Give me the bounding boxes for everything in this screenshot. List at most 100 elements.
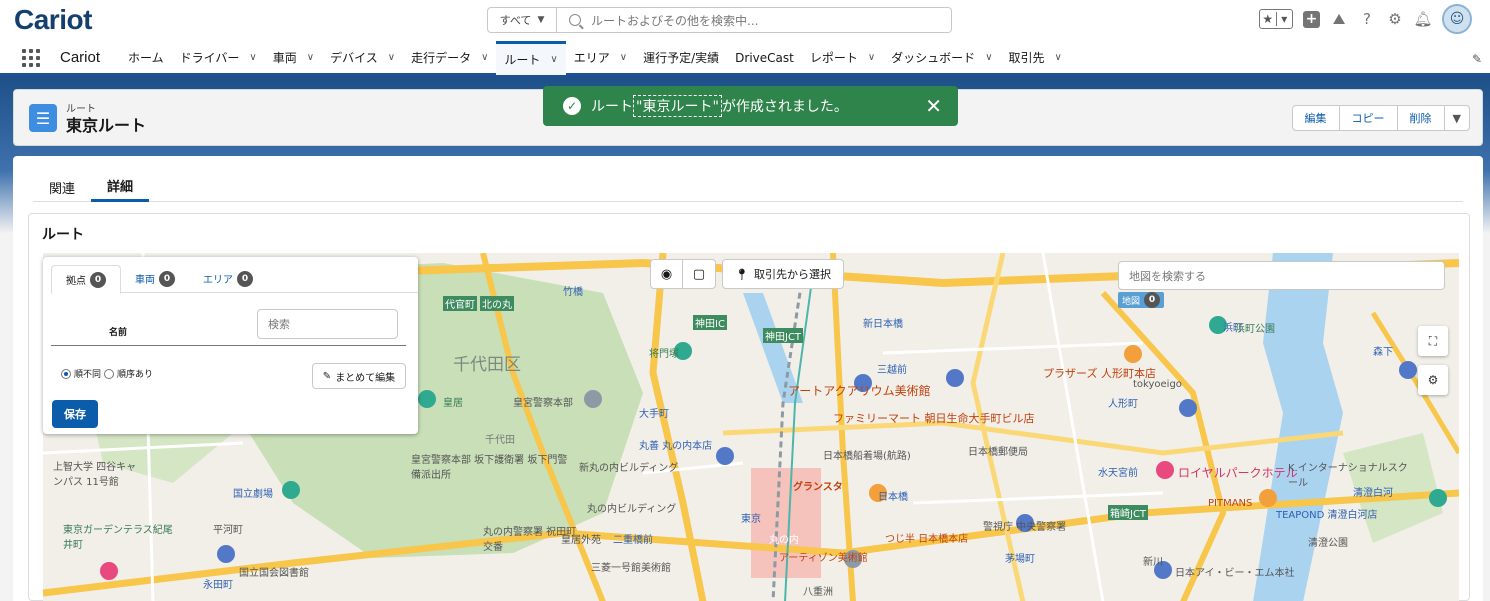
chevron-down-icon[interactable]: ∨ xyxy=(620,52,627,63)
nav-item-label: レポート xyxy=(809,51,858,65)
tab-vehicles[interactable]: 車両 0 xyxy=(121,265,189,292)
nav-item-vehicles[interactable]: 車両 ∨ xyxy=(265,41,322,75)
radio-unordered[interactable] xyxy=(61,368,71,379)
chevron-down-icon[interactable]: ∨ xyxy=(481,52,488,63)
nav-item-accounts[interactable]: 取引先 ∨ xyxy=(1001,41,1070,75)
location-search-input[interactable]: 検索 xyxy=(257,309,398,339)
route-section-title: ルート xyxy=(42,227,84,243)
chevron-down-icon[interactable]: ∨ xyxy=(307,52,314,63)
count-badge: 0 xyxy=(159,270,175,287)
chevron-down-icon[interactable]: ∨ xyxy=(1055,52,1062,63)
map-label: 千代田区 xyxy=(453,355,521,375)
circle-target-icon[interactable]: ◉ xyxy=(651,260,683,288)
nav-item-home[interactable]: ホーム xyxy=(120,41,172,75)
nav-item-label: デバイス xyxy=(330,51,378,65)
route-points-panel: 拠点 0 車両 0 エリア 0 名前 検索 順不同 順序あり ✎ まとめて編集 … xyxy=(43,257,418,434)
copy-button[interactable]: コピー xyxy=(1338,105,1398,131)
close-icon[interactable]: ✕ xyxy=(925,94,942,118)
favorites-button[interactable]: ★ ▾ xyxy=(1259,9,1293,29)
gear-icon[interactable]: ⚙ xyxy=(1386,10,1404,28)
map-label: 新日本橋 xyxy=(863,319,903,330)
order-radio-group: 順不同 順序あり xyxy=(61,367,153,380)
count-badge: 0 xyxy=(1144,292,1161,308)
map-search-input[interactable]: 地図を検索する xyxy=(1118,261,1445,290)
tab-areas[interactable]: エリア 0 xyxy=(189,265,267,292)
nav-item-drivecast[interactable]: DriveCast xyxy=(727,41,802,75)
map-label: 新丸の内ビルディング xyxy=(579,463,679,474)
nav-item-schedule[interactable]: 運行予定/実績 xyxy=(635,41,727,75)
app-name: Cariot xyxy=(60,49,101,66)
map-label: 三越前 xyxy=(877,365,907,376)
gear-icon[interactable]: ⚙ xyxy=(1418,365,1448,395)
map-label: 日本アイ・ビー・エム本社 xyxy=(1175,568,1295,579)
success-toast: ✓ ルート "東京ルート" が作成されました。 ✕ xyxy=(543,86,958,126)
nav-item-label: DriveCast xyxy=(735,50,794,65)
bell-icon[interactable]: 🔔︎ xyxy=(1413,10,1432,28)
tab-related[interactable]: 関連 xyxy=(33,172,91,202)
fullscreen-icon[interactable]: ⛶ xyxy=(1418,326,1448,356)
avatar[interactable]: ☺ xyxy=(1442,4,1472,34)
map-label: 茅場町 xyxy=(1005,554,1035,565)
map-label: 北の丸 xyxy=(480,296,514,311)
map-toolbar: ◉ ▢ 📍︎ 取引先から選択 xyxy=(650,259,844,289)
radio-ordered[interactable] xyxy=(104,368,115,379)
chevron-down-icon[interactable]: ∨ xyxy=(868,52,875,63)
nav-item-areas[interactable]: エリア ∨ xyxy=(566,41,635,75)
save-button[interactable]: 保存 xyxy=(52,400,98,428)
search-scope-select[interactable]: すべて ▼ xyxy=(487,7,557,33)
toast-suffix: が作成されました。 xyxy=(721,99,848,115)
map-label: 永田町 xyxy=(203,580,233,591)
chevron-down-icon[interactable]: ∨ xyxy=(388,52,395,63)
map-label: 大手町 xyxy=(639,409,669,420)
map-label: 皇居外苑 xyxy=(561,535,601,546)
name-column-header: 名前 xyxy=(109,328,128,338)
nav-item-label: エリア xyxy=(573,51,610,65)
map-label: 東京ガーデンテラス紀尾井町 xyxy=(63,525,173,551)
toast-record-link[interactable]: "東京ルート" xyxy=(633,95,722,117)
map-label: 浜町公園 xyxy=(1235,324,1275,335)
map-layer-chip[interactable]: 地図 0 xyxy=(1118,292,1165,308)
nav-item-driving-data[interactable]: 走行データ ∨ xyxy=(403,41,496,75)
bulk-edit-button[interactable]: ✎ まとめて編集 xyxy=(312,363,406,389)
nav-item-dashboards[interactable]: ダッシュボード ∨ xyxy=(883,41,1000,75)
more-actions-button[interactable]: ▼ xyxy=(1443,105,1470,131)
square-icon[interactable]: ▢ xyxy=(683,260,715,288)
trailhead-icon[interactable]: ⛰ xyxy=(1330,10,1348,28)
bulk-edit-label: まとめて編集 xyxy=(335,372,396,384)
map-label: 将門塚 xyxy=(649,349,679,360)
chevron-down-icon[interactable]: ∨ xyxy=(985,52,992,63)
record-actions: 編集 コピー 削除 ▼ xyxy=(1291,105,1470,131)
help-icon[interactable]: ? xyxy=(1358,10,1376,28)
search-scope-label: すべて xyxy=(499,14,532,27)
map-chip-label: 地図 xyxy=(1122,296,1141,307)
tab-locations[interactable]: 拠点 0 xyxy=(51,265,121,294)
nav-item-routes[interactable]: ルート ∨ xyxy=(496,40,566,75)
nav-item-devices[interactable]: デバイス ∨ xyxy=(322,41,403,75)
map-label: 日本橋船着場(航路) xyxy=(823,451,911,462)
map-label: つじ半 日本橋本店 xyxy=(885,534,969,545)
global-actions-icon[interactable]: + xyxy=(1303,10,1320,28)
chevron-down-icon[interactable]: ∨ xyxy=(249,52,256,63)
edit-nav-pencil-icon[interactable]: ✎ xyxy=(1472,52,1482,66)
map-label: 三菱一号館美術館 xyxy=(591,563,671,574)
chevron-down-icon[interactable]: ∨ xyxy=(550,54,557,65)
map-label: アーティゾン美術館 xyxy=(779,553,868,564)
nav-item-label: ダッシュボード xyxy=(891,51,976,65)
success-check-icon: ✓ xyxy=(563,97,581,115)
map-label: 箱崎JCT xyxy=(1108,505,1149,520)
nav-item-reports[interactable]: レポート ∨ xyxy=(802,41,883,75)
map-label: 皇宮警察本部 坂下護衛署 坂下門警備派出所 xyxy=(411,455,568,481)
tab-details[interactable]: 詳細 xyxy=(91,172,150,202)
nav-item-label: ホーム xyxy=(128,51,164,65)
map-label: ファミリーマート 朝日生命大手町ビル店 xyxy=(833,412,1035,425)
nav-item-drivers[interactable]: ドライバー ∨ xyxy=(172,41,265,75)
app-launcher-icon[interactable] xyxy=(22,48,42,68)
app-logo[interactable]: Cariot xyxy=(14,4,92,36)
map-label: 水天宮前 xyxy=(1098,468,1138,479)
delete-button[interactable]: 削除 xyxy=(1396,105,1445,131)
select-from-account-button[interactable]: 📍︎ 取引先から選択 xyxy=(722,259,844,289)
edit-button[interactable]: 編集 xyxy=(1291,105,1340,131)
map-label: 丸の内ビルディング xyxy=(587,504,677,515)
map-label: 清澄公園 xyxy=(1308,538,1348,549)
global-search-input[interactable]: ルートおよびその他を検索中... xyxy=(557,7,952,33)
